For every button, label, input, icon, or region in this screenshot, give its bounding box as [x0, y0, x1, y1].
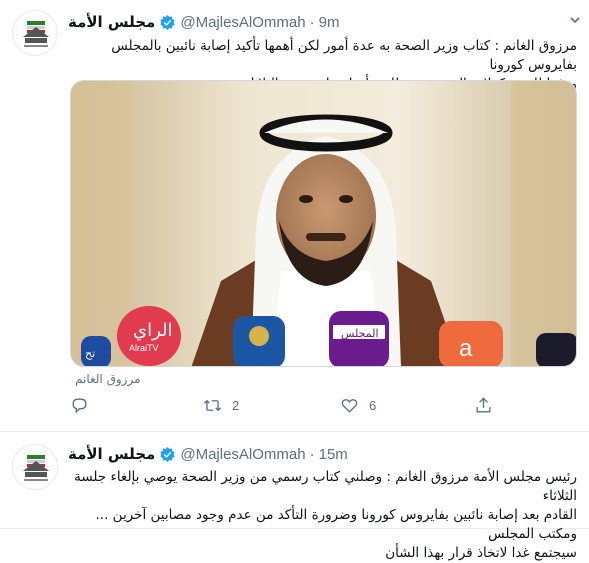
- mic-label: المجلس: [341, 327, 379, 340]
- tweet[interactable]: مجلس الأمة @MajlesAlOmmah · 9m مرزوق الغ…: [0, 0, 589, 432]
- retweet-icon: [204, 399, 221, 412]
- retweet-button[interactable]: 2: [203, 396, 239, 415]
- tweet-text-line: سيجتمع غدا لاتخاذ قرار بهذا الشأن: [385, 545, 577, 561]
- mic-label: الراي: [133, 320, 173, 341]
- verified-badge-icon: [159, 14, 176, 31]
- display-name[interactable]: مجلس الأمة: [68, 445, 155, 463]
- reply-icon: [72, 398, 87, 414]
- timestamp[interactable]: 15m: [319, 446, 348, 463]
- avatar[interactable]: [12, 444, 58, 490]
- share-button[interactable]: [474, 396, 493, 415]
- mic-label: AlraiTV: [129, 343, 159, 353]
- tweet-text-line: القادم بعد إصابة نائبين بفايروس كورونا و…: [95, 507, 578, 542]
- media-caption: مرزوق الغانم: [75, 372, 141, 386]
- display-name[interactable]: مجلس الأمة: [68, 13, 155, 31]
- tweet-text-line: مرزوق الغانم : كتاب وزير الصحة به عدة أم…: [111, 38, 577, 73]
- mic-label: a: [459, 335, 473, 362]
- handle[interactable]: @MajlesAlOmmah: [180, 446, 305, 463]
- separator: ·: [309, 445, 315, 463]
- tweet-text: رئيس مجلس الأمة مرزوق الغانم : وصلني كتا…: [68, 468, 577, 563]
- like-button[interactable]: 6: [340, 396, 376, 415]
- separator: ·: [309, 13, 315, 31]
- tweet-actions: 2 6: [70, 396, 500, 424]
- tweet-media-image[interactable]: تح الراي AlraiTV المجلس a: [70, 80, 577, 367]
- avatar[interactable]: [12, 10, 58, 56]
- share-icon: [476, 397, 491, 413]
- retweet-count: 2: [232, 398, 240, 413]
- reply-button[interactable]: [70, 396, 89, 415]
- timestamp[interactable]: 9m: [319, 14, 340, 31]
- like-icon: [341, 399, 358, 413]
- tweet[interactable]: مجلس الأمة @MajlesAlOmmah · 15m رئيس مجل…: [0, 432, 589, 561]
- handle[interactable]: @MajlesAlOmmah: [180, 14, 305, 31]
- svg-text:تح: تح: [85, 348, 95, 360]
- like-count: 6: [369, 398, 377, 413]
- tweet-text-line: رئيس مجلس الأمة مرزوق الغانم : وصلني كتا…: [74, 469, 577, 504]
- chevron-down-icon[interactable]: [569, 14, 581, 30]
- verified-badge-icon: [159, 446, 176, 463]
